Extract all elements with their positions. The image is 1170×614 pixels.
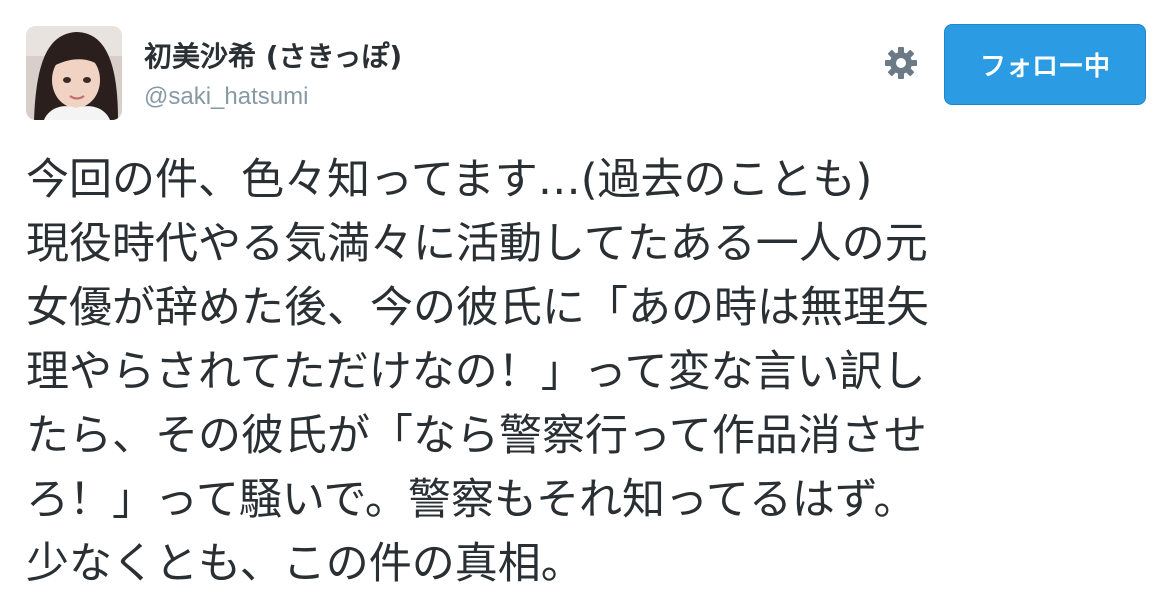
tweet-line: 少なくとも、この件の真相。 <box>26 539 584 589</box>
following-button[interactable]: フォロー中 <box>944 24 1146 105</box>
display-name[interactable]: 初美沙希 (さきっぽ) <box>144 40 402 74</box>
screen-name[interactable]: @saki_hatsumi <box>144 82 308 112</box>
tweet-line: ろ！」って騒いで。警察もそれ知ってるはず。 <box>26 475 917 525</box>
tweet-line: 理やらされてただけなの！」って変な言い訳し <box>26 347 926 397</box>
tweet-text: 今回の件、色々知ってます…(過去のことも) 現役時代やる気満々に活動してたある一… <box>26 148 1146 596</box>
avatar-photo <box>26 26 122 120</box>
tweet-line: 女優が辞めた後、今の彼氏に「あの時は無理矢 <box>26 283 929 333</box>
tweet-line: 現役時代やる気満々に活動してたある一人の元 <box>26 219 928 269</box>
tweet-line: 今回の件、色々知ってます…(過去のことも) <box>26 155 873 205</box>
gear-icon[interactable] <box>882 44 920 82</box>
tweet-line: たら、その彼氏が「なら警察行って作品消させ <box>26 411 927 461</box>
avatar[interactable] <box>26 26 122 120</box>
